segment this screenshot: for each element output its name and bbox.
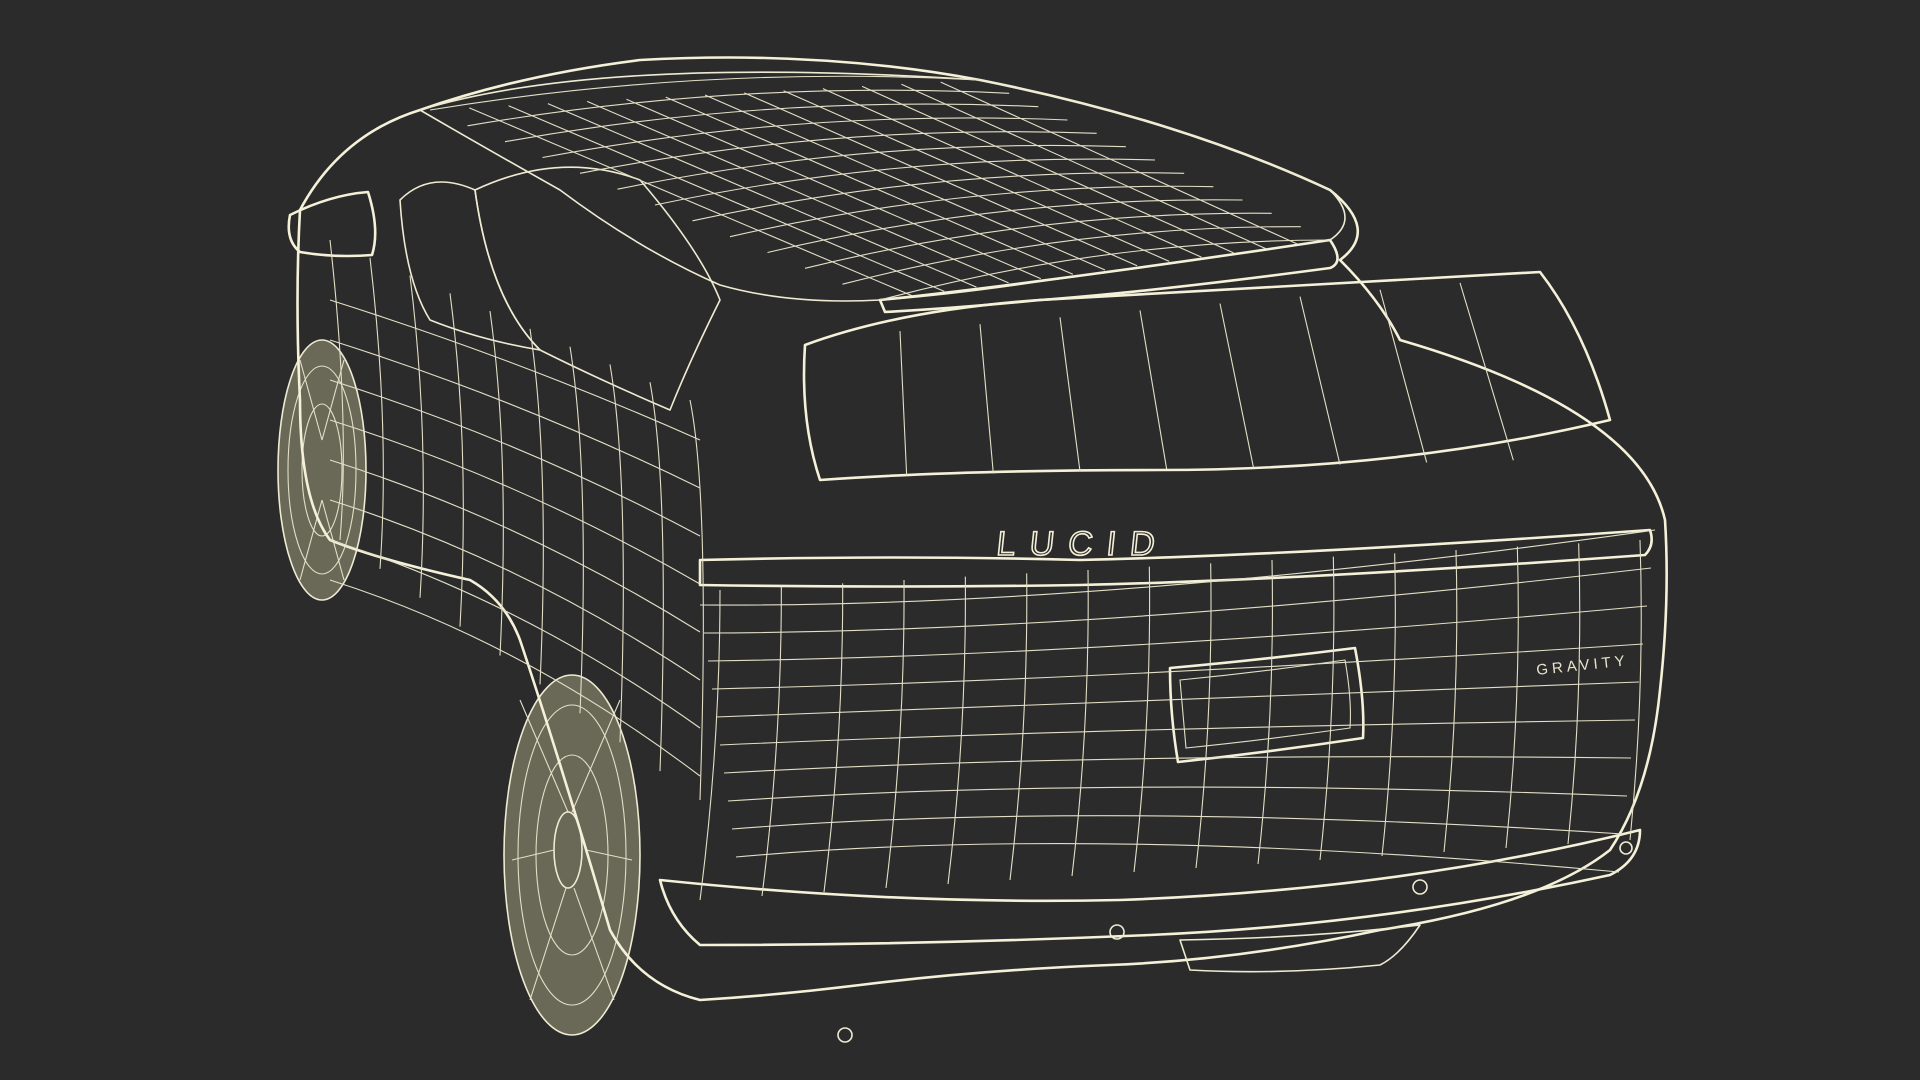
rear-spoiler bbox=[878, 238, 1339, 314]
side-window-front bbox=[399, 181, 541, 351]
tail-light-bar bbox=[698, 528, 1653, 588]
wireframe-car-render: LUCID GRAVITY bbox=[277, 56, 1668, 1043]
model-badge-text: GRAVITY bbox=[1536, 652, 1630, 679]
side-mirror bbox=[287, 190, 377, 258]
rear-window bbox=[802, 270, 1612, 482]
render-viewport: LUCID GRAVITY bbox=[0, 0, 1920, 1080]
side-window-rear bbox=[474, 166, 721, 411]
rear-emblem-text: LUCID bbox=[995, 525, 1171, 563]
rear-bumper bbox=[658, 828, 1642, 947]
rear-left-wheel bbox=[503, 674, 641, 1036]
front-left-wheel bbox=[277, 339, 367, 601]
license-plate-frame bbox=[1168, 646, 1365, 764]
